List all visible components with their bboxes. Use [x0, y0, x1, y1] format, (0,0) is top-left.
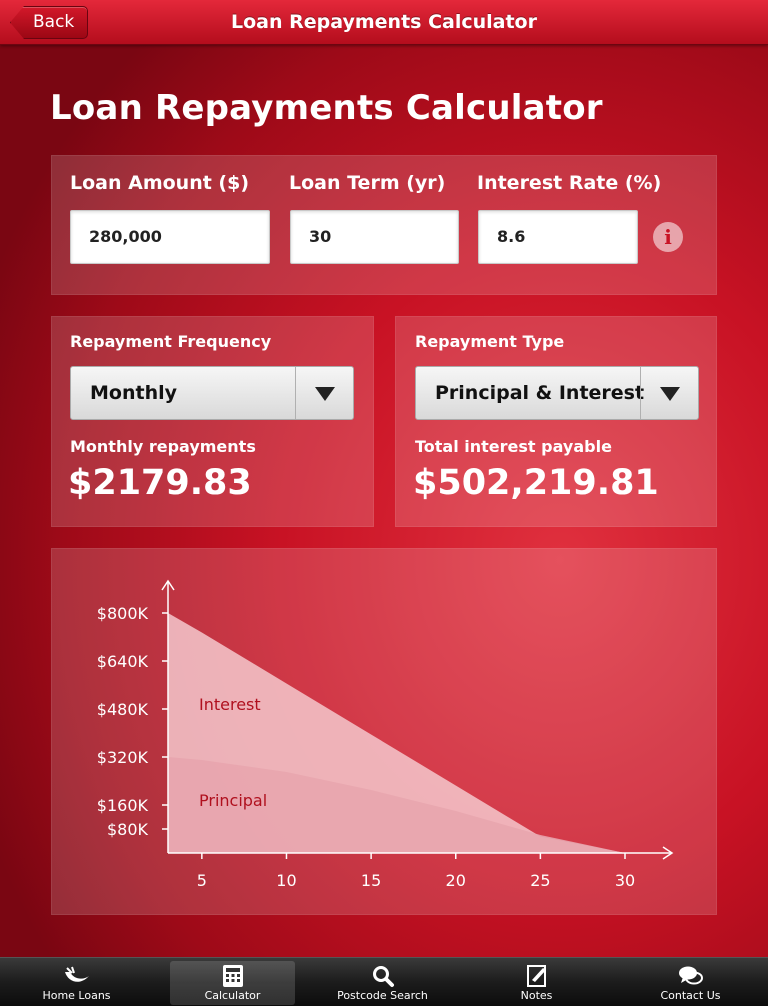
interest-rate-input[interactable]: 8.6 — [478, 210, 638, 264]
chat-bubbles-icon — [628, 961, 753, 989]
y-tick-label: $160K — [97, 796, 149, 815]
x-tick-label: 5 — [197, 871, 207, 890]
tab-calculator[interactable]: Calculator — [170, 961, 295, 1005]
monthly-repayments-value: $2179.83 — [68, 463, 252, 503]
total-interest-value: $502,219.81 — [413, 463, 659, 503]
chevron-down-icon — [640, 367, 698, 419]
interest-rate-label: Interest Rate (%) — [477, 172, 662, 194]
x-tick-label: 10 — [276, 871, 296, 890]
y-tick-label: $480K — [97, 700, 149, 719]
x-tick-label: 25 — [530, 871, 550, 890]
calculator-icon — [170, 961, 295, 989]
repayment-frequency-select[interactable]: Monthly — [70, 366, 354, 420]
tab-label: Notes — [520, 989, 553, 1002]
interest-series-label: Interest — [199, 695, 261, 714]
repayment-type-value: Principal & Interest — [435, 382, 645, 404]
tab-label: Home Loans — [42, 989, 111, 1002]
tab-label: Contact Us — [660, 989, 721, 1002]
repayment-frequency-label: Repayment Frequency — [70, 332, 272, 351]
x-tick-label: 20 — [446, 871, 466, 890]
search-icon — [320, 961, 445, 989]
loan-term-label: Loan Term (yr) — [289, 172, 446, 194]
y-tick-label: $640K — [97, 652, 149, 671]
repayment-type-select[interactable]: Principal & Interest — [415, 366, 699, 420]
loan-term-input[interactable]: 30 — [290, 210, 459, 264]
loan-amount-input[interactable]: 280,000 — [70, 210, 270, 264]
tab-label: Calculator — [204, 989, 261, 1002]
repayment-frequency-value: Monthly — [90, 382, 177, 404]
chevron-down-icon — [295, 367, 353, 419]
tab-label: Postcode Search — [337, 989, 428, 1002]
y-tick-label: $80K — [107, 820, 149, 839]
info-icon[interactable]: i — [653, 222, 683, 252]
x-tick-label: 30 — [615, 871, 635, 890]
repayment-chart: $80K $160K $320K $480K $640K $800K 5 10 15 20 25 30… — [97, 579, 674, 890]
notes-icon — [474, 961, 599, 989]
principal-series-label: Principal — [199, 791, 267, 810]
navigation-bar: Back Loan Repayments Calculator — [0, 0, 768, 45]
tab-bar: Home Loans Calculator Postcode Search No… — [0, 957, 768, 1006]
home-loans-icon — [14, 961, 139, 989]
repayment-type-label: Repayment Type — [415, 332, 565, 351]
page-title: Loan Repayments Calculator — [50, 88, 603, 128]
y-tick-label: $800K — [97, 604, 149, 623]
loan-amount-label: Loan Amount ($) — [70, 172, 250, 194]
tab-home-loans[interactable]: Home Loans — [14, 961, 139, 1005]
y-tick-label: $320K — [97, 748, 149, 767]
nav-title: Loan Repayments Calculator — [231, 11, 537, 33]
total-interest-label: Total interest payable — [415, 437, 612, 456]
tab-contact-us[interactable]: Contact Us — [628, 961, 753, 1005]
tab-postcode-search[interactable]: Postcode Search — [320, 961, 445, 1005]
x-tick-label: 15 — [361, 871, 381, 890]
monthly-repayments-label: Monthly repayments — [70, 437, 256, 456]
tab-notes[interactable]: Notes — [474, 961, 599, 1005]
